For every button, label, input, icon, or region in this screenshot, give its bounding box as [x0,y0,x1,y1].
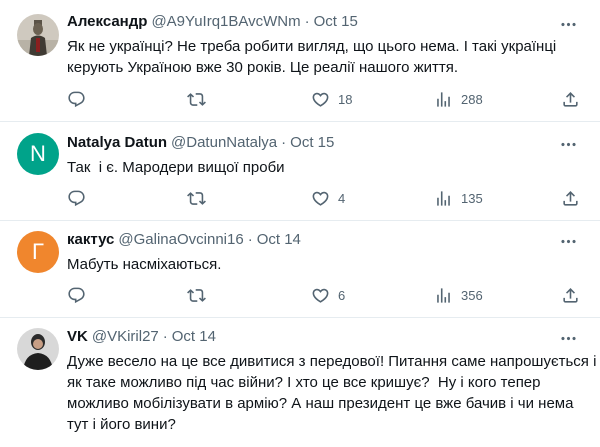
tweet-actions: 4 135 [67,188,587,208]
tweet-date[interactable]: Oct 15 [290,134,334,151]
user-handle[interactable]: @VKiril27 [92,328,159,345]
more-icon[interactable] [558,14,578,34]
like-button[interactable]: 18 [311,89,352,109]
display-name[interactable]: кактус [67,231,114,248]
share-icon [561,189,580,208]
view-count: 135 [461,190,483,206]
display-name[interactable]: VK [67,328,88,345]
tweet-text: Дуже весело на це все дивитися з передов… [67,351,597,435]
separator: · [162,328,168,345]
avatar-letter: Г [32,239,44,264]
views-icon [434,286,453,305]
tweet-actions: 6 356 [67,285,587,305]
tweet[interactable]: VK @VKiril27 · Oct 14 Дуже весело на це все… [0,318,600,447]
like-count: 6 [338,287,346,303]
like-button[interactable]: 4 [311,188,345,208]
reply-button[interactable] [67,188,94,208]
tweet-header: Natalya Datun @DatunNatalya · Oct 15 [67,133,334,153]
display-name[interactable]: Natalya Datun [67,134,167,151]
share-button[interactable] [561,89,580,109]
more-icon[interactable] [558,134,578,154]
more-icon[interactable] [558,328,578,348]
views-icon [434,189,453,208]
tweet[interactable]: Александр @A9YuIrq1BAvcWNm · Oct 15 Як не у… [0,0,600,122]
reply-feed: Александр @A9YuIrq1BAvcWNm · Oct 15 Як не у… [0,0,600,447]
views-button[interactable]: 135 [434,188,483,208]
tweet-text-line: Мабуть насміхаються. [67,256,222,273]
separator: · [247,231,253,248]
retweet-icon [187,189,206,208]
view-count: 288 [461,91,483,107]
tweet-text-line: керують Україною вже 30 років. Це реалії… [67,59,459,76]
tweet-date[interactable]: Oct 15 [314,13,358,30]
like-icon [311,90,330,109]
tweet-text-line: як таке можливо під час війни? І хто це … [67,374,541,391]
reply-icon [67,189,86,208]
tweet[interactable]: N Natalya Datun @DatunNatalya · Oct 15 Так … [0,122,600,221]
retweet-button[interactable] [187,285,214,305]
user-handle[interactable]: @DatunNatalya [171,134,277,151]
avatar-letter: N [30,141,46,166]
like-icon [311,189,330,208]
tweet-text: Як не українці? Не треба робити вигляд, … [67,36,582,78]
more-icon[interactable] [558,231,578,251]
avatar[interactable] [17,14,59,56]
tweet-text: Мабуть насміхаються. [67,254,582,275]
tweet[interactable]: Г кактус @GalinaOvcinni16 · Oct 14 Мабуть н… [0,221,600,318]
share-button[interactable] [561,285,580,305]
avatar[interactable] [17,328,59,370]
tweet-text-line: Так і є. Мародери вищої проби [67,159,285,176]
share-icon [561,90,580,109]
retweet-button[interactable] [187,89,214,109]
views-button[interactable]: 356 [434,285,483,305]
reply-button[interactable] [67,89,94,109]
share-button[interactable] [561,188,580,208]
tweet-text-line: Як не українці? Не треба робити вигляд, … [67,38,557,55]
reply-icon [67,286,86,305]
separator: · [304,13,310,30]
views-icon [434,90,453,109]
tweet-header: кактус @GalinaOvcinni16 · Oct 14 [67,230,301,250]
tweet-header: VK @VKiril27 · Oct 14 [67,327,216,347]
views-button[interactable]: 288 [434,89,483,109]
separator: · [281,134,287,151]
tweet-date[interactable]: Oct 14 [172,328,216,345]
tweet-actions: 18 288 [67,89,587,109]
tweet-header: Александр @A9YuIrq1BAvcWNm · Oct 15 [67,12,358,32]
tweet-text: Так і є. Мародери вищої проби [67,157,582,178]
display-name[interactable]: Александр [67,13,147,30]
user-handle[interactable]: @A9YuIrq1BAvcWNm [151,13,300,30]
retweet-icon [187,90,206,109]
avatar[interactable]: Г [17,231,59,273]
user-handle[interactable]: @GalinaOvcinni16 [118,231,243,248]
avatar[interactable]: N [17,133,59,175]
tweet-text-line: тут і його вини? [67,416,176,433]
like-icon [311,286,330,305]
like-count: 18 [338,91,353,107]
reply-icon [67,90,86,109]
like-count: 4 [338,190,346,206]
view-count: 356 [461,287,483,303]
tweet-date[interactable]: Oct 14 [257,231,301,248]
reply-button[interactable] [67,285,94,305]
share-icon [561,286,580,305]
retweet-button[interactable] [187,188,214,208]
tweet-text-line: можливо мобілізувати в армію? А наш през… [67,395,574,412]
like-button[interactable]: 6 [311,285,345,305]
retweet-icon [187,286,206,305]
tweet-text-line: Дуже весело на це все дивитися з передов… [67,353,597,370]
